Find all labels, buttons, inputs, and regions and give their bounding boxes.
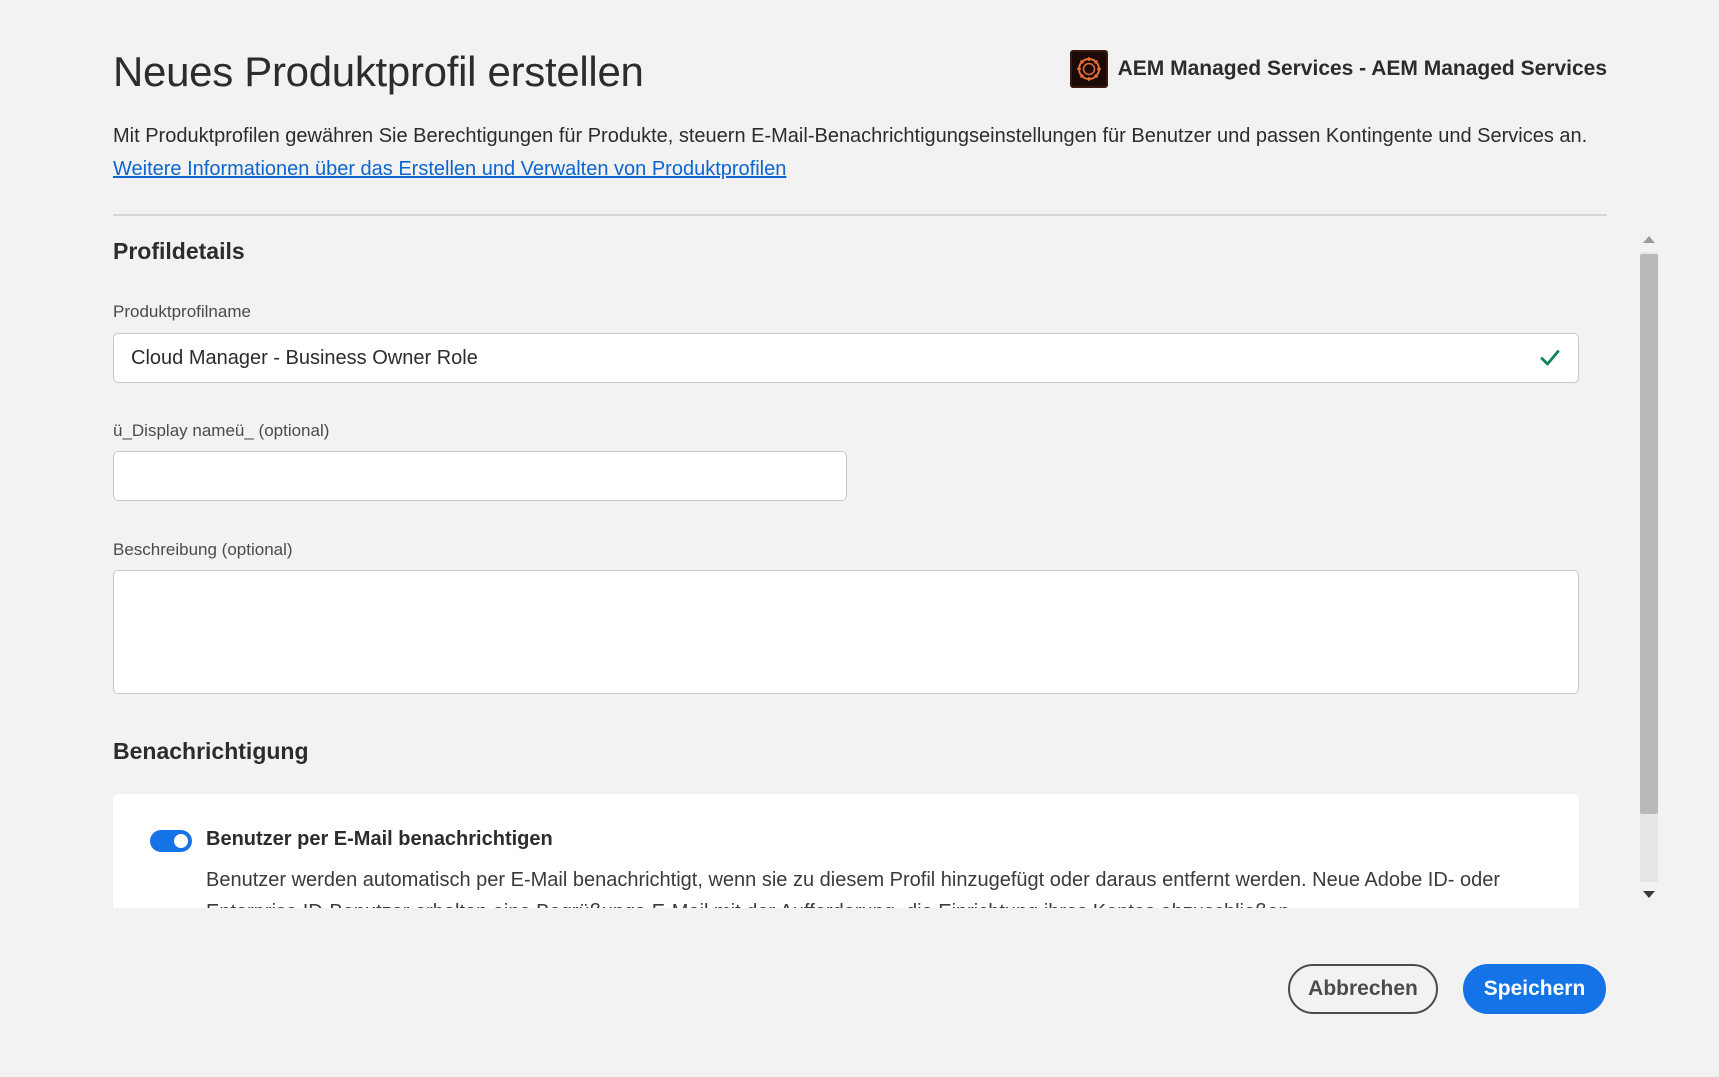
scrollbar-thumb[interactable] — [1640, 254, 1658, 814]
email-notify-label: Benutzer per E-Mail benachrichtigen — [206, 828, 553, 850]
profile-details-heading: Profildetails — [113, 238, 245, 264]
toggle-knob — [174, 834, 188, 848]
display-name-label: ü_Display nameü_ (optional) — [113, 421, 330, 440]
save-button[interactable]: Speichern — [1463, 964, 1606, 1014]
checkmark-icon — [1539, 347, 1561, 369]
product-info: AEM Managed Services - AEM Managed Servi… — [1069, 50, 1607, 88]
email-notify-description: Benutzer werden automatisch per E-Mail b… — [206, 869, 1501, 908]
description-textarea[interactable] — [113, 570, 1579, 694]
description-label: Beschreibung (optional) — [113, 540, 293, 559]
scroll-up-arrow-icon[interactable] — [1643, 236, 1655, 243]
display-name-field[interactable] — [113, 451, 847, 501]
vertical-scrollbar[interactable] — [1638, 232, 1660, 902]
learn-more-link[interactable]: Weitere Informationen über das Erstellen… — [113, 158, 786, 180]
notification-card: Benutzer per E-Mail benachrichtigen Benu… — [113, 794, 1579, 908]
aem-managed-services-logo-icon — [1069, 50, 1108, 88]
dialog-intro: Mit Produktprofilen gewähren Sie Berecht… — [113, 120, 1613, 186]
header-divider — [113, 214, 1607, 216]
profile-name-label: Produktprofilname — [113, 302, 251, 321]
email-notify-toggle[interactable] — [150, 830, 192, 852]
dialog-footer: Abbrechen Speichern — [1288, 964, 1606, 1014]
scroll-down-arrow-icon[interactable] — [1643, 891, 1655, 898]
profile-name-value: Cloud Manager - Business Owner Role — [131, 346, 478, 369]
profile-name-field[interactable]: Cloud Manager - Business Owner Role — [113, 333, 1579, 383]
create-product-profile-dialog: Neues Produktprofil erstellen AEM Manage… — [0, 0, 1719, 1077]
dialog-scroll-content: Profildetails Produktprofilname Cloud Ma… — [113, 218, 1583, 908]
notification-heading: Benachrichtigung — [113, 738, 309, 764]
dialog-title: Neues Produktprofil erstellen — [113, 48, 644, 95]
product-name: AEM Managed Services - AEM Managed Servi… — [1117, 57, 1607, 80]
intro-text: Mit Produktprofilen gewähren Sie Berecht… — [113, 125, 1588, 147]
cancel-button[interactable]: Abbrechen — [1288, 964, 1438, 1014]
